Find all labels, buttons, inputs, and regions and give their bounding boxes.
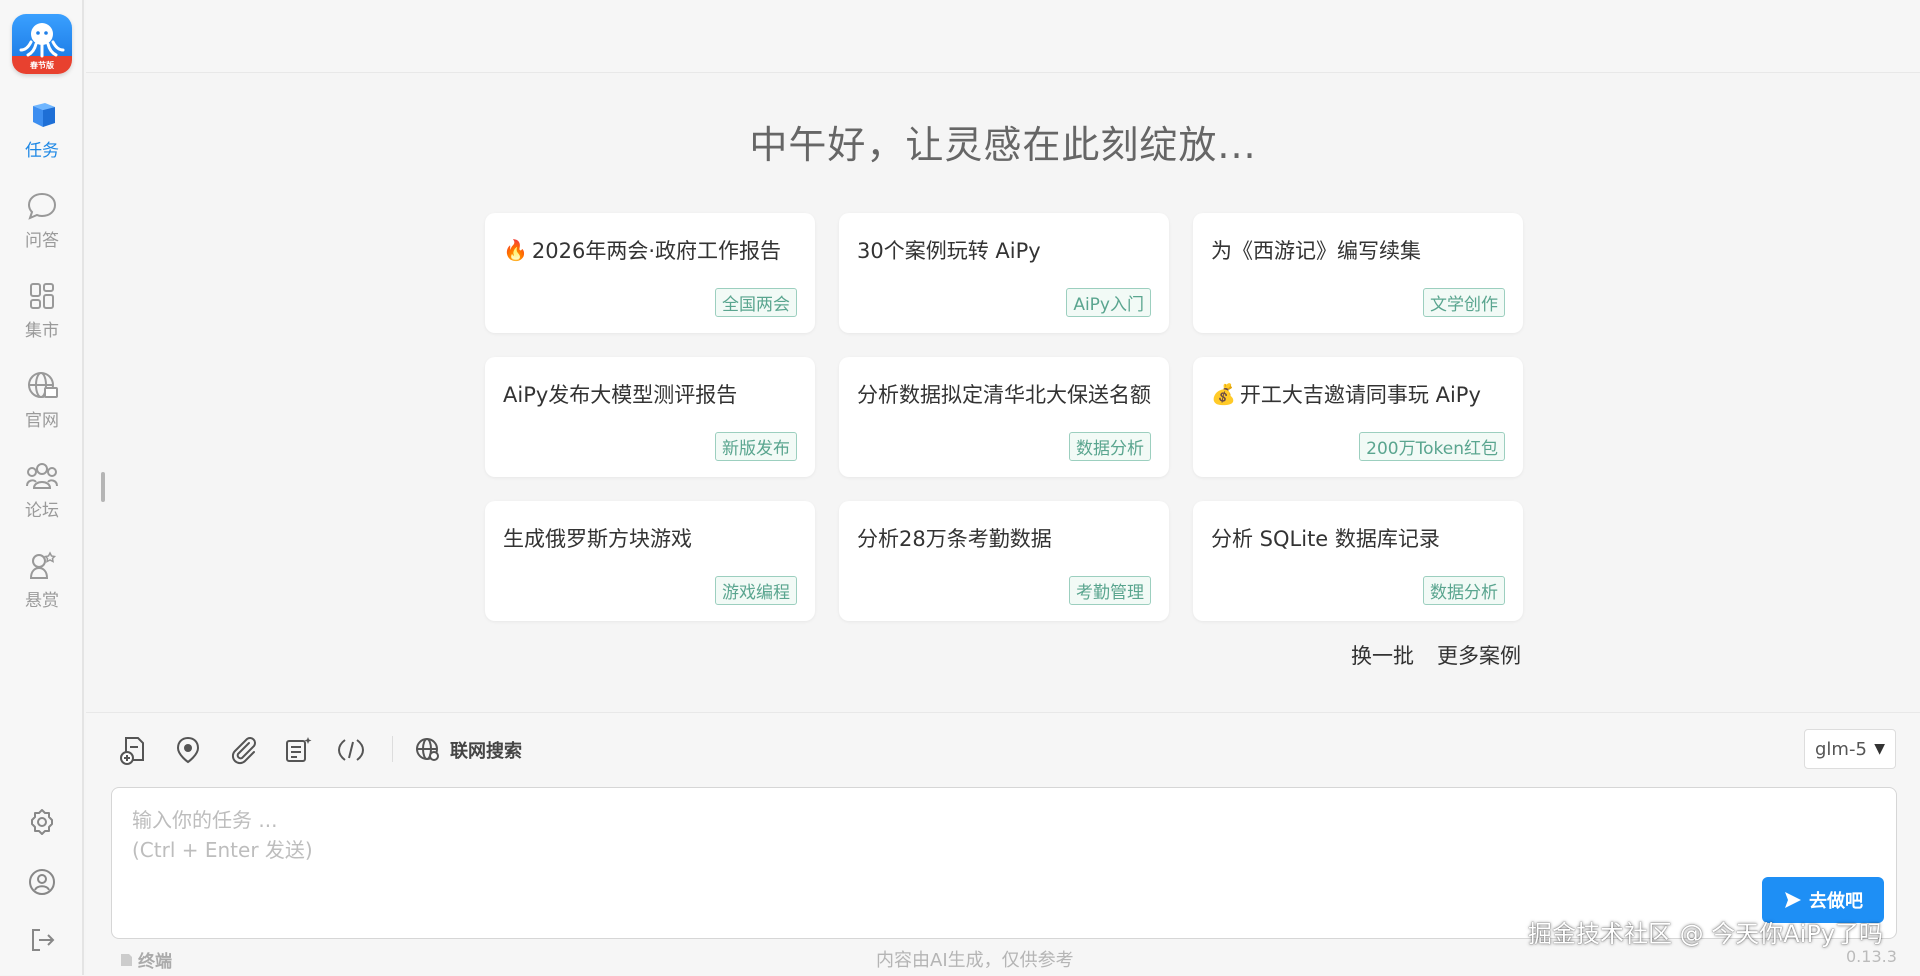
sidebar-item-label: 论坛 xyxy=(25,501,59,521)
terminal-icon xyxy=(121,953,132,966)
globe-icon xyxy=(28,372,58,398)
settings-icon xyxy=(31,809,53,835)
case-card-tag: 数据分析 xyxy=(1069,432,1151,461)
logout-icon xyxy=(32,929,55,951)
sidebar-item-label: 问答 xyxy=(25,231,59,251)
case-card-tag: 数据分析 xyxy=(1423,576,1505,605)
case-card-title: 为《西游记》编写续集 xyxy=(1211,239,1421,263)
toolbar-divider xyxy=(392,736,393,762)
octopus-logo-icon xyxy=(19,23,65,58)
web-search-toggle[interactable]: 联网搜索 xyxy=(414,734,522,766)
case-card-title: 生成俄罗斯方块游戏 xyxy=(503,527,692,551)
community-icon xyxy=(26,463,58,489)
top-bar xyxy=(86,0,1920,73)
profile-button[interactable] xyxy=(26,866,58,898)
case-card-title: 开工大吉邀请同事玩 AiPy xyxy=(1239,383,1481,407)
new-task-button[interactable] xyxy=(117,734,149,766)
ai-disclaimer: 内容由AI生成，仅供参考 xyxy=(876,950,1074,971)
case-card[interactable]: 💰 开工大吉邀请同事玩 AiPy 200万Token红包 xyxy=(1193,357,1523,477)
add-file-icon xyxy=(120,737,144,765)
paperclip-icon xyxy=(231,737,256,765)
case-card-tag: AiPy入门 xyxy=(1066,288,1151,317)
case-card[interactable]: 30个案例玩转 AiPy AiPy入门 xyxy=(839,213,1169,333)
magic-list-icon xyxy=(286,737,312,762)
money-bag-icon: 💰 xyxy=(1211,382,1236,406)
case-card-tag: 文学创作 xyxy=(1423,288,1505,317)
sidebar: 春节版 任务 问答 集市 官网 论坛 悬赏 xyxy=(0,0,84,975)
logout-button[interactable] xyxy=(26,924,58,956)
sidebar-item-forum[interactable]: 论坛 xyxy=(0,460,84,530)
ai-list-button[interactable] xyxy=(282,734,314,766)
case-card-title: AiPy发布大模型测评报告 xyxy=(503,383,738,407)
code-icon xyxy=(337,739,365,761)
app-version: 0.13.3 xyxy=(1846,947,1897,966)
sidebar-item-qa[interactable]: 问答 xyxy=(0,190,84,260)
case-card-tag: 全国两会 xyxy=(715,288,797,317)
sidebar-item-label: 任务 xyxy=(25,141,59,161)
refresh-cases-button[interactable]: 换一批 xyxy=(1351,640,1414,670)
fire-icon: 🔥 xyxy=(503,238,528,262)
sidebar-item-tasks[interactable]: 任务 xyxy=(0,100,84,170)
case-card-title: 分析28万条考勤数据 xyxy=(857,527,1052,551)
settings-button[interactable] xyxy=(26,806,58,838)
model-select-value: glm-5 xyxy=(1815,738,1867,760)
task-input-placeholder: 输入你的任务 ... xyxy=(132,808,278,832)
case-card-tag: 新版发布 xyxy=(715,432,797,461)
apps-grid-icon xyxy=(30,283,54,309)
more-cases-button[interactable]: 更多案例 xyxy=(1437,640,1521,670)
sidebar-item-reward[interactable]: 悬赏 xyxy=(0,550,84,620)
terminal-button[interactable]: 终端 xyxy=(118,947,172,972)
case-card-title: 30个案例玩转 AiPy xyxy=(857,239,1041,263)
case-card[interactable]: 🔥 2026年两会·政府工作报告 全国两会 xyxy=(485,213,815,333)
cube-icon xyxy=(33,103,55,127)
chevron-down-icon: ▼ xyxy=(1874,741,1885,757)
task-input-hint: (Ctrl + Enter 发送) xyxy=(132,838,313,862)
code-button[interactable] xyxy=(335,734,367,766)
sidebar-item-market[interactable]: 集市 xyxy=(0,280,84,350)
case-card[interactable]: 生成俄罗斯方块游戏 游戏编程 xyxy=(485,501,815,621)
case-card[interactable]: 分析数据拟定清华北大保送名额 数据分析 xyxy=(839,357,1169,477)
sidebar-item-label: 集市 xyxy=(25,321,59,341)
send-icon xyxy=(1785,892,1801,908)
model-select[interactable]: glm-5 ▼ xyxy=(1804,729,1896,769)
location-button[interactable] xyxy=(172,734,204,766)
terminal-label: 终端 xyxy=(138,952,172,972)
case-card-title: 分析 SQLite 数据库记录 xyxy=(1211,527,1440,551)
attach-button[interactable] xyxy=(227,734,259,766)
case-card-title: 2026年两会·政府工作报告 xyxy=(531,239,782,263)
app-logo[interactable]: 春节版 xyxy=(12,14,72,74)
panel-resize-handle[interactable] xyxy=(101,472,105,502)
user-icon xyxy=(29,869,55,895)
send-button-label: 去做吧 xyxy=(1809,891,1863,912)
watermark: 掘金技术社区 @ 今天你AiPy了吗 xyxy=(1528,920,1884,948)
case-card-tag: 200万Token红包 xyxy=(1359,432,1505,461)
page-greeting: 中午好，让灵感在此刻绽放... xyxy=(749,123,1257,167)
web-search-label: 联网搜索 xyxy=(450,741,522,762)
case-card[interactable]: 为《西游记》编写续集 文学创作 xyxy=(1193,213,1523,333)
globe-search-icon xyxy=(416,738,439,761)
sidebar-item-website[interactable]: 官网 xyxy=(0,370,84,440)
case-card-tag: 考勤管理 xyxy=(1069,576,1151,605)
location-pin-icon xyxy=(176,736,200,764)
sidebar-item-label: 官网 xyxy=(25,411,59,431)
case-card[interactable]: AiPy发布大模型测评报告 新版发布 xyxy=(485,357,815,477)
sidebar-item-label: 悬赏 xyxy=(25,591,59,611)
case-card-tag: 游戏编程 xyxy=(715,576,797,605)
case-card[interactable]: 分析 SQLite 数据库记录 数据分析 xyxy=(1193,501,1523,621)
chat-icon xyxy=(27,192,57,220)
reward-icon xyxy=(29,551,57,579)
logo-label: 春节版 xyxy=(30,61,54,70)
case-card-title: 分析数据拟定清华北大保送名额 xyxy=(857,383,1151,407)
case-card[interactable]: 分析28万条考勤数据 考勤管理 xyxy=(839,501,1169,621)
